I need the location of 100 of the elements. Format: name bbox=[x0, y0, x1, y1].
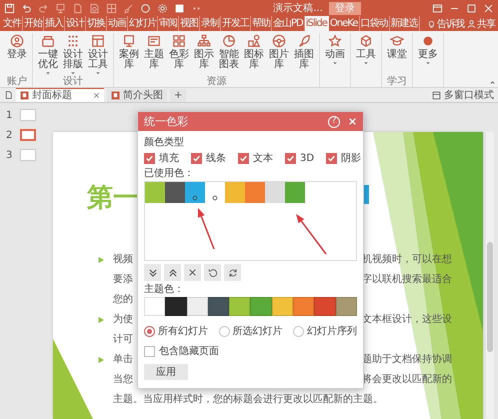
apply-button[interactable]: 应用 bbox=[144, 364, 188, 380]
checkbox-label: 填充 bbox=[159, 152, 179, 165]
color-swatch[interactable] bbox=[265, 182, 285, 203]
slide-number: 1 bbox=[6, 110, 12, 120]
double-chevron-up-icon bbox=[168, 268, 178, 278]
circle-icon[interactable] bbox=[140, 2, 151, 14]
ribbon-button[interactable]: 课堂 bbox=[385, 33, 409, 61]
section-label: 主题色： bbox=[144, 284, 184, 296]
grid-icon[interactable] bbox=[106, 2, 117, 14]
ribbon-button[interactable]: 动画 bbox=[323, 33, 347, 66]
multi-window-mode[interactable]: 多窗口模式 bbox=[444, 88, 494, 102]
color-swatch[interactable] bbox=[144, 297, 166, 316]
vertical-scrollbar[interactable] bbox=[486, 132, 494, 419]
document-title: 演示文稿... bbox=[273, 2, 323, 15]
delete-button[interactable] bbox=[184, 264, 201, 281]
ribbon-options-icon[interactable] bbox=[432, 2, 444, 14]
page-icon[interactable] bbox=[4, 90, 13, 100]
color-swatch[interactable] bbox=[336, 297, 357, 316]
slide-thumbnail[interactable] bbox=[20, 149, 36, 161]
checkbox[interactable] bbox=[144, 346, 155, 356]
ribbon-button[interactable]: 案例库 bbox=[117, 33, 141, 71]
color-swatch[interactable] bbox=[145, 182, 165, 203]
new-tab-button[interactable]: + bbox=[170, 88, 186, 102]
collapse-ribbon-icon[interactable] bbox=[489, 80, 496, 85]
ribbon-button[interactable]: 工具 bbox=[354, 33, 378, 66]
person-icon[interactable] bbox=[467, 18, 476, 28]
color-swatch[interactable] bbox=[229, 297, 250, 316]
color-swatch[interactable] bbox=[186, 297, 208, 316]
square-icon[interactable] bbox=[174, 2, 185, 14]
ribbon-button[interactable]: 插图库 bbox=[292, 33, 316, 71]
caret-icon bbox=[332, 61, 338, 65]
color-swatch[interactable] bbox=[165, 182, 185, 203]
save-icon[interactable] bbox=[4, 2, 15, 14]
color-swatch[interactable] bbox=[250, 297, 272, 316]
slide-title: 第一 bbox=[87, 182, 139, 214]
radio-button[interactable] bbox=[144, 326, 155, 336]
group-label: 学习 bbox=[386, 76, 408, 87]
checkbox-label: 文本 bbox=[253, 152, 273, 165]
maximize-icon[interactable] bbox=[466, 2, 478, 14]
windows-icon[interactable] bbox=[432, 90, 441, 100]
color-swatch[interactable] bbox=[314, 297, 336, 316]
checkbox[interactable] bbox=[144, 152, 155, 164]
presenter-icon[interactable] bbox=[55, 2, 66, 14]
share-text[interactable]: 共享 bbox=[477, 16, 495, 30]
ribbon-button[interactable]: 图片库 bbox=[267, 33, 291, 71]
checkbox-label: 阴影 bbox=[341, 152, 362, 165]
preview-icon[interactable] bbox=[89, 2, 100, 14]
org-chart-icon bbox=[197, 34, 211, 48]
checkbox-label: 3D bbox=[300, 152, 314, 164]
menu-tab[interactable]: iSlide bbox=[304, 16, 329, 31]
color-swatch[interactable] bbox=[272, 297, 294, 316]
undo-button[interactable] bbox=[204, 264, 221, 281]
ribbon-button[interactable]: 智能图表 bbox=[217, 33, 241, 71]
color-swatch[interactable] bbox=[208, 297, 230, 316]
color-swatch[interactable] bbox=[293, 297, 314, 316]
settings-icon[interactable] bbox=[157, 2, 168, 14]
brush-icon[interactable] bbox=[123, 2, 134, 14]
checkbox[interactable] bbox=[285, 152, 296, 164]
slide-thumbnail[interactable] bbox=[20, 129, 36, 141]
document-tab[interactable]: 封面标题 bbox=[16, 88, 104, 102]
ribbon-button[interactable]: 色彩库 bbox=[167, 33, 191, 71]
close-icon[interactable] bbox=[483, 2, 494, 14]
checkbox[interactable] bbox=[191, 152, 202, 164]
easel-icon bbox=[122, 34, 136, 48]
tell-me-text[interactable]: 告诉我 bbox=[437, 16, 464, 30]
star-icon bbox=[328, 34, 342, 48]
scroll-thumb[interactable] bbox=[487, 242, 493, 352]
slide-text: 当您 bbox=[113, 372, 133, 387]
blocks-icon bbox=[172, 34, 186, 48]
ribbon-button[interactable]: 更多 bbox=[416, 33, 440, 66]
ribbon-button[interactable]: 主题库 bbox=[142, 33, 166, 71]
tray-icon bbox=[41, 34, 55, 48]
color-swatch[interactable] bbox=[245, 182, 265, 203]
color-swatch[interactable] bbox=[185, 182, 205, 203]
ribbon-button[interactable]: 图示库 bbox=[192, 33, 216, 71]
undo-icon[interactable] bbox=[21, 2, 32, 14]
radio-button[interactable] bbox=[293, 326, 304, 336]
refresh-button[interactable] bbox=[224, 264, 241, 281]
section-label: 已使用色： bbox=[144, 168, 194, 180]
slide-thumbnail[interactable] bbox=[20, 109, 36, 121]
checkbox[interactable] bbox=[326, 152, 338, 164]
slide-text: 计可 bbox=[113, 332, 133, 347]
color-swatch[interactable] bbox=[165, 297, 187, 316]
lightbulb-icon[interactable] bbox=[427, 18, 436, 28]
move-down-button[interactable] bbox=[144, 264, 161, 281]
close-icon[interactable] bbox=[93, 92, 100, 99]
checkbox[interactable] bbox=[238, 152, 249, 164]
document-tab[interactable]: 简介头图 bbox=[107, 88, 167, 102]
ribbon-button[interactable]: 设计工具 bbox=[86, 33, 110, 76]
color-swatch[interactable] bbox=[285, 182, 305, 203]
radio-button[interactable] bbox=[218, 326, 230, 336]
ribbon-button[interactable]: 图标库 bbox=[242, 33, 266, 71]
color-swatch[interactable] bbox=[225, 182, 245, 203]
ribbon-button[interactable]: 登录 bbox=[5, 33, 29, 61]
radio-label: 所选幻灯片 bbox=[232, 324, 282, 338]
move-up-button[interactable] bbox=[164, 264, 181, 281]
ribbon-button[interactable]: 一键优化 bbox=[36, 33, 60, 76]
slide-number: 3 bbox=[6, 150, 12, 160]
ribbon-button[interactable]: 设计排版 bbox=[61, 33, 85, 76]
redo-icon[interactable] bbox=[38, 2, 49, 14]
